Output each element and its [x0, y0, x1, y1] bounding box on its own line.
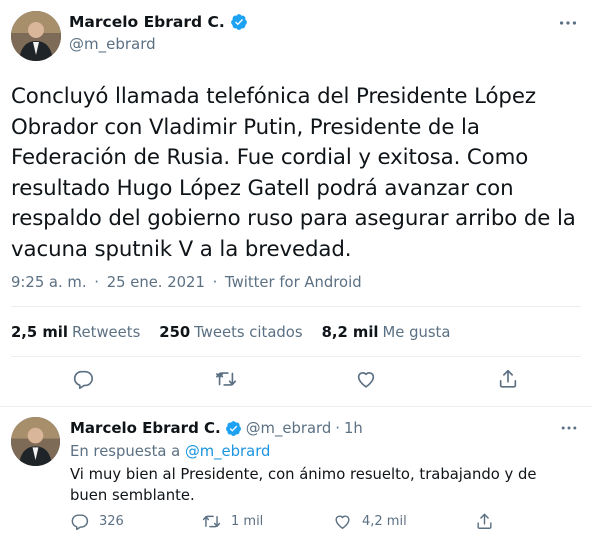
tweet-text-line: resultado Hugo López Gatell podrá avanza… [11, 175, 514, 201]
reply-tweet[interactable]: Marcelo Ebrard C. @m_ebrard · 1h En resp… [0, 408, 592, 538]
more-options-icon[interactable] [559, 418, 579, 438]
reply-header: Marcelo Ebrard C. @m_ebrard · 1h [70, 419, 363, 437]
tweet-text-line: respaldo del gobierno ruso para asegurar… [11, 206, 576, 232]
reply-icon [70, 512, 89, 531]
likes-label: Me gusta [382, 324, 451, 341]
meta-separator: · [94, 274, 99, 291]
main-tweet: Marcelo Ebrard C. @m_ebrard Concluyó lla… [0, 0, 592, 407]
meta-separator: · [335, 419, 340, 437]
retweet-button[interactable]: 1 mil [202, 512, 263, 531]
share-icon [497, 368, 521, 390]
divider [11, 306, 581, 307]
retweet-button[interactable] [215, 368, 239, 392]
quotes-label: Tweets citados [194, 324, 303, 341]
like-button[interactable]: 4,2 mil [333, 512, 407, 531]
in-reply-prefix: En respuesta a [70, 443, 181, 460]
author-name[interactable]: Marcelo Ebrard C. [69, 13, 225, 31]
share-button[interactable] [475, 512, 494, 531]
avatar[interactable] [11, 11, 61, 61]
avatar-photo [11, 417, 60, 466]
heart-icon [355, 368, 379, 390]
like-button[interactable] [355, 368, 379, 392]
author-handle[interactable]: @m_ebrard [246, 420, 331, 437]
retweets-label: Retweets [71, 324, 141, 341]
meta-separator: · [212, 274, 218, 291]
share-button[interactable] [497, 368, 521, 392]
avatar-photo [11, 11, 61, 61]
reply-icon [72, 368, 96, 390]
tweet-text-line: Concluyó llamada telefónica del Presiden… [11, 84, 536, 109]
likes-stat[interactable]: 8,2 mil Me gusta [322, 324, 451, 341]
tweet-source[interactable]: Twitter for Android [225, 274, 362, 291]
tweet-text-line: vacuna sputnik V a la brevedad. [11, 236, 352, 262]
retweet-icon [215, 368, 239, 390]
tweet-date[interactable]: 25 ene. 2021 [107, 274, 205, 291]
share-icon [475, 512, 494, 531]
replies-count: 326 [99, 514, 124, 529]
tweet-time[interactable]: 1h [344, 420, 363, 437]
tweet-text-line: Federación de Rusia. Fue cordial y exito… [11, 145, 529, 171]
heart-icon [333, 512, 352, 531]
tweet-time[interactable]: 9:25 a. m. [11, 274, 87, 291]
retweets-count: 1 mil [231, 514, 264, 529]
tweet-metadata: 9:25 a. m. · 25 ene. 2021 · Twitter for … [11, 274, 362, 291]
retweets-stat[interactable]: 2,5 mil Retweets [11, 324, 140, 341]
likes-count: 8,2 mil [321, 324, 379, 341]
verified-badge-icon [230, 13, 248, 31]
quotes-count: 250 [159, 324, 191, 341]
verified-badge-icon [225, 420, 242, 437]
reply-text: Vi muy bien al Presidente, con ánimo res… [70, 466, 537, 504]
avatar[interactable] [11, 417, 60, 466]
divider [11, 356, 581, 357]
reply-button[interactable]: 326 [70, 512, 124, 531]
author-name-row: Marcelo Ebrard C. [69, 13, 248, 31]
retweet-icon [202, 512, 221, 531]
more-options-icon[interactable] [557, 12, 579, 34]
tweet-text-line: Obrador con Vladimir Putin, Presidente d… [11, 114, 480, 140]
reply-button[interactable] [72, 368, 96, 392]
retweets-count: 2,5 mil [11, 324, 68, 341]
author-name[interactable]: Marcelo Ebrard C. [70, 419, 221, 437]
likes-count: 4,2 mil [362, 514, 407, 529]
engagement-stats: 2,5 mil Retweets 250 Tweets citados 8,2 mi… [11, 324, 450, 341]
in-reply-to: En respuesta a @m_ebrard [70, 443, 270, 460]
author-handle[interactable]: @m_ebrard [69, 35, 156, 53]
in-reply-handle-link[interactable]: @m_ebrard [185, 443, 270, 460]
tweet-text: Concluyó llamada telefónica del Presiden… [11, 82, 579, 266]
quotes-stat[interactable]: 250 Tweets citados [159, 324, 302, 341]
reply-action-bar: 326 1 mil 4,2 mil [70, 512, 570, 534]
tweet-action-bar [0, 368, 592, 394]
